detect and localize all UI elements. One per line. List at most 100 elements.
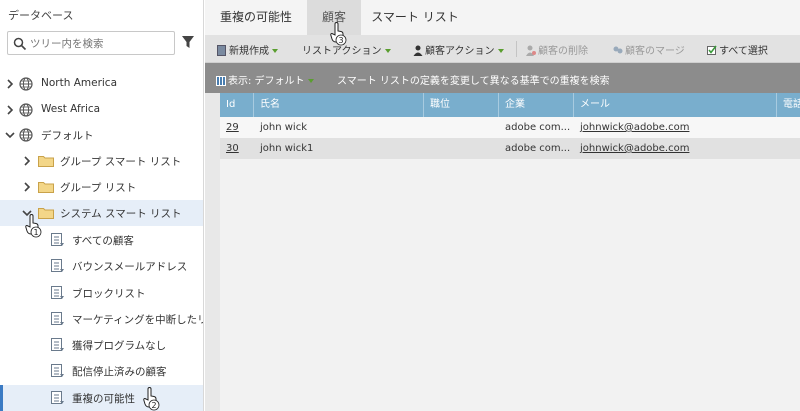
grid-gutter <box>205 93 220 411</box>
folder-icon <box>38 156 54 167</box>
merge-person-label: 顧客のマージ <box>625 46 685 57</box>
dropdown-arrow-icon <box>384 49 391 53</box>
tree-item-label: マーケティングを中断したリード <box>72 314 203 326</box>
select-all-label: すべて選択 <box>719 46 768 57</box>
tree-item-possible-duplicates[interactable]: 重複の可能性 <box>0 385 203 411</box>
chevron-right-icon[interactable] <box>4 104 16 116</box>
tree-item-west-africa[interactable]: West Africa <box>0 97 203 123</box>
person-actions-label: 顧客アクション <box>425 46 495 57</box>
merge-person-button[interactable]: 顧客のマージ <box>613 42 685 57</box>
cell-name: john wick <box>260 122 307 133</box>
table-row[interactable]: 29 john wick adobe com... johnwick@adobe… <box>220 117 800 138</box>
column-header-phone[interactable]: 電話 <box>777 93 800 117</box>
tree-item-blocklist[interactable]: ブロックリスト <box>0 280 203 306</box>
smart-list-icon <box>51 338 64 351</box>
chevron-right-icon[interactable] <box>21 181 33 193</box>
smart-list-icon <box>51 312 64 325</box>
tree-item-label: 獲得プログラムなし <box>72 340 167 352</box>
tree-item-group-list[interactable]: グループ リスト <box>0 174 203 200</box>
tree-item-default[interactable]: デフォルト <box>0 122 203 148</box>
column-header-email[interactable]: メール <box>574 93 777 117</box>
toolbar-separator <box>516 41 517 57</box>
chevron-right-icon[interactable] <box>4 78 16 90</box>
column-header-id[interactable]: Id <box>220 93 254 117</box>
tree-item-label: バウンスメールアドレス <box>72 261 188 273</box>
cell-company: adobe com... <box>505 143 571 154</box>
smart-list-icon <box>51 364 64 377</box>
smart-list-icon <box>51 391 64 404</box>
email-link[interactable]: johnwick@adobe.com <box>574 117 777 138</box>
smart-list-icon <box>51 259 64 272</box>
email-link[interactable]: johnwick@adobe.com <box>574 138 777 159</box>
column-header-name[interactable]: 氏名 <box>254 93 424 117</box>
delete-person-icon <box>526 45 536 56</box>
dropdown-arrow-icon <box>497 49 504 53</box>
view-label: 表示: デフォルト <box>228 76 305 87</box>
smart-list-icon <box>51 233 64 246</box>
toolbar: 新規作成 リストアクション 顧客アクション 顧客の削除 顧客のマージ すべて選択 <box>205 35 800 63</box>
select-all-button[interactable]: すべて選択 <box>707 42 768 57</box>
new-label: 新規作成 <box>229 46 269 57</box>
chevron-right-icon[interactable] <box>21 155 33 167</box>
tree-search-box[interactable] <box>7 31 175 55</box>
merge-icon <box>613 46 623 54</box>
cell-company: adobe com... <box>505 122 571 133</box>
cursor-badge: 2 <box>151 401 156 410</box>
tree-item-label: すべての顧客 <box>72 235 134 247</box>
cell-title <box>424 117 499 138</box>
tree-search-input[interactable] <box>30 35 170 52</box>
sidebar-title: データベース <box>8 9 74 22</box>
column-header-title[interactable]: 職位 <box>424 93 499 117</box>
dropdown-arrow-icon <box>272 49 278 53</box>
tree-item-label: West Africa <box>41 103 101 115</box>
tree-item-label: North America <box>41 77 118 89</box>
list-actions-label: リストアクション <box>302 46 382 57</box>
tree-item-no-acquisition-program[interactable]: 獲得プログラムなし <box>0 332 203 358</box>
people-grid: Id 氏名 職位 企業 メール 電話 29 john wick adobe co… <box>220 93 800 411</box>
globe-icon <box>19 77 33 91</box>
tree-item-label: 重複の可能性 <box>72 393 135 405</box>
tree-item-label: 配信停止済みの顧客 <box>72 366 167 378</box>
tab-smart-list[interactable]: スマート リスト <box>365 0 465 35</box>
lead-id-link[interactable]: 29 <box>220 117 254 138</box>
tree-item-label: グループ スマート リスト <box>60 156 182 168</box>
delete-person-button[interactable]: 顧客の削除 <box>526 42 588 57</box>
chevron-down-icon[interactable] <box>4 129 16 141</box>
tab-possible-duplicates[interactable]: 重複の可能性 <box>205 0 307 35</box>
filter-icon[interactable] <box>181 35 195 49</box>
duplicate-hint-message: スマート リストの定義を変更して異なる基準での重複を検索 <box>337 76 610 87</box>
tree-item-label: システム スマート リスト <box>60 208 182 220</box>
person-icon <box>413 45 423 56</box>
hand-cursor-icon: 1 <box>25 214 42 238</box>
tree-item-group-smart-list[interactable]: グループ スマート リスト <box>0 148 203 174</box>
tree-item-bounced-email[interactable]: バウンスメールアドレス <box>0 253 203 279</box>
globe-icon <box>19 103 33 117</box>
search-icon <box>13 37 27 51</box>
person-actions-button[interactable]: 顧客アクション <box>413 42 504 57</box>
table-row[interactable]: 30 john wick1 adobe com... johnwick@adob… <box>220 138 800 159</box>
lead-id-link[interactable]: 30 <box>220 138 254 159</box>
checkbox-icon <box>707 45 717 55</box>
view-bar: 表示: デフォルト スマート リストの定義を変更して異なる基準での重複を検索 <box>205 63 800 93</box>
new-icon <box>217 45 226 56</box>
globe-icon <box>19 128 33 142</box>
view-selector[interactable]: 表示: デフォルト <box>216 72 314 87</box>
columns-icon <box>216 76 226 86</box>
grid-header: Id 氏名 職位 企業 メール 電話 <box>220 93 800 117</box>
tab-bar: 重複の可能性 顧客 スマート リスト <box>205 0 800 35</box>
cursor-badge: 3 <box>338 36 343 45</box>
hand-cursor-icon: 2 <box>143 387 160 411</box>
cell-title <box>424 138 499 159</box>
column-header-company[interactable]: 企業 <box>499 93 574 117</box>
smart-list-icon <box>51 286 64 299</box>
tree-item-unsubscribed-people[interactable]: 配信停止済みの顧客 <box>0 358 203 384</box>
tree-item-label: デフォルト <box>41 130 94 142</box>
tree-item-marketing-suspended[interactable]: マーケティングを中断したリード <box>0 306 203 332</box>
cell-name: john wick1 <box>260 143 314 154</box>
delete-person-label: 顧客の削除 <box>538 46 588 57</box>
tree-item-north-america[interactable]: North America <box>0 71 203 97</box>
new-button[interactable]: 新規作成 <box>217 42 278 57</box>
tree-item-label: ブロックリスト <box>72 288 146 300</box>
hand-cursor-icon: 3 <box>330 22 347 46</box>
tree-item-label: グループ リスト <box>60 182 137 194</box>
